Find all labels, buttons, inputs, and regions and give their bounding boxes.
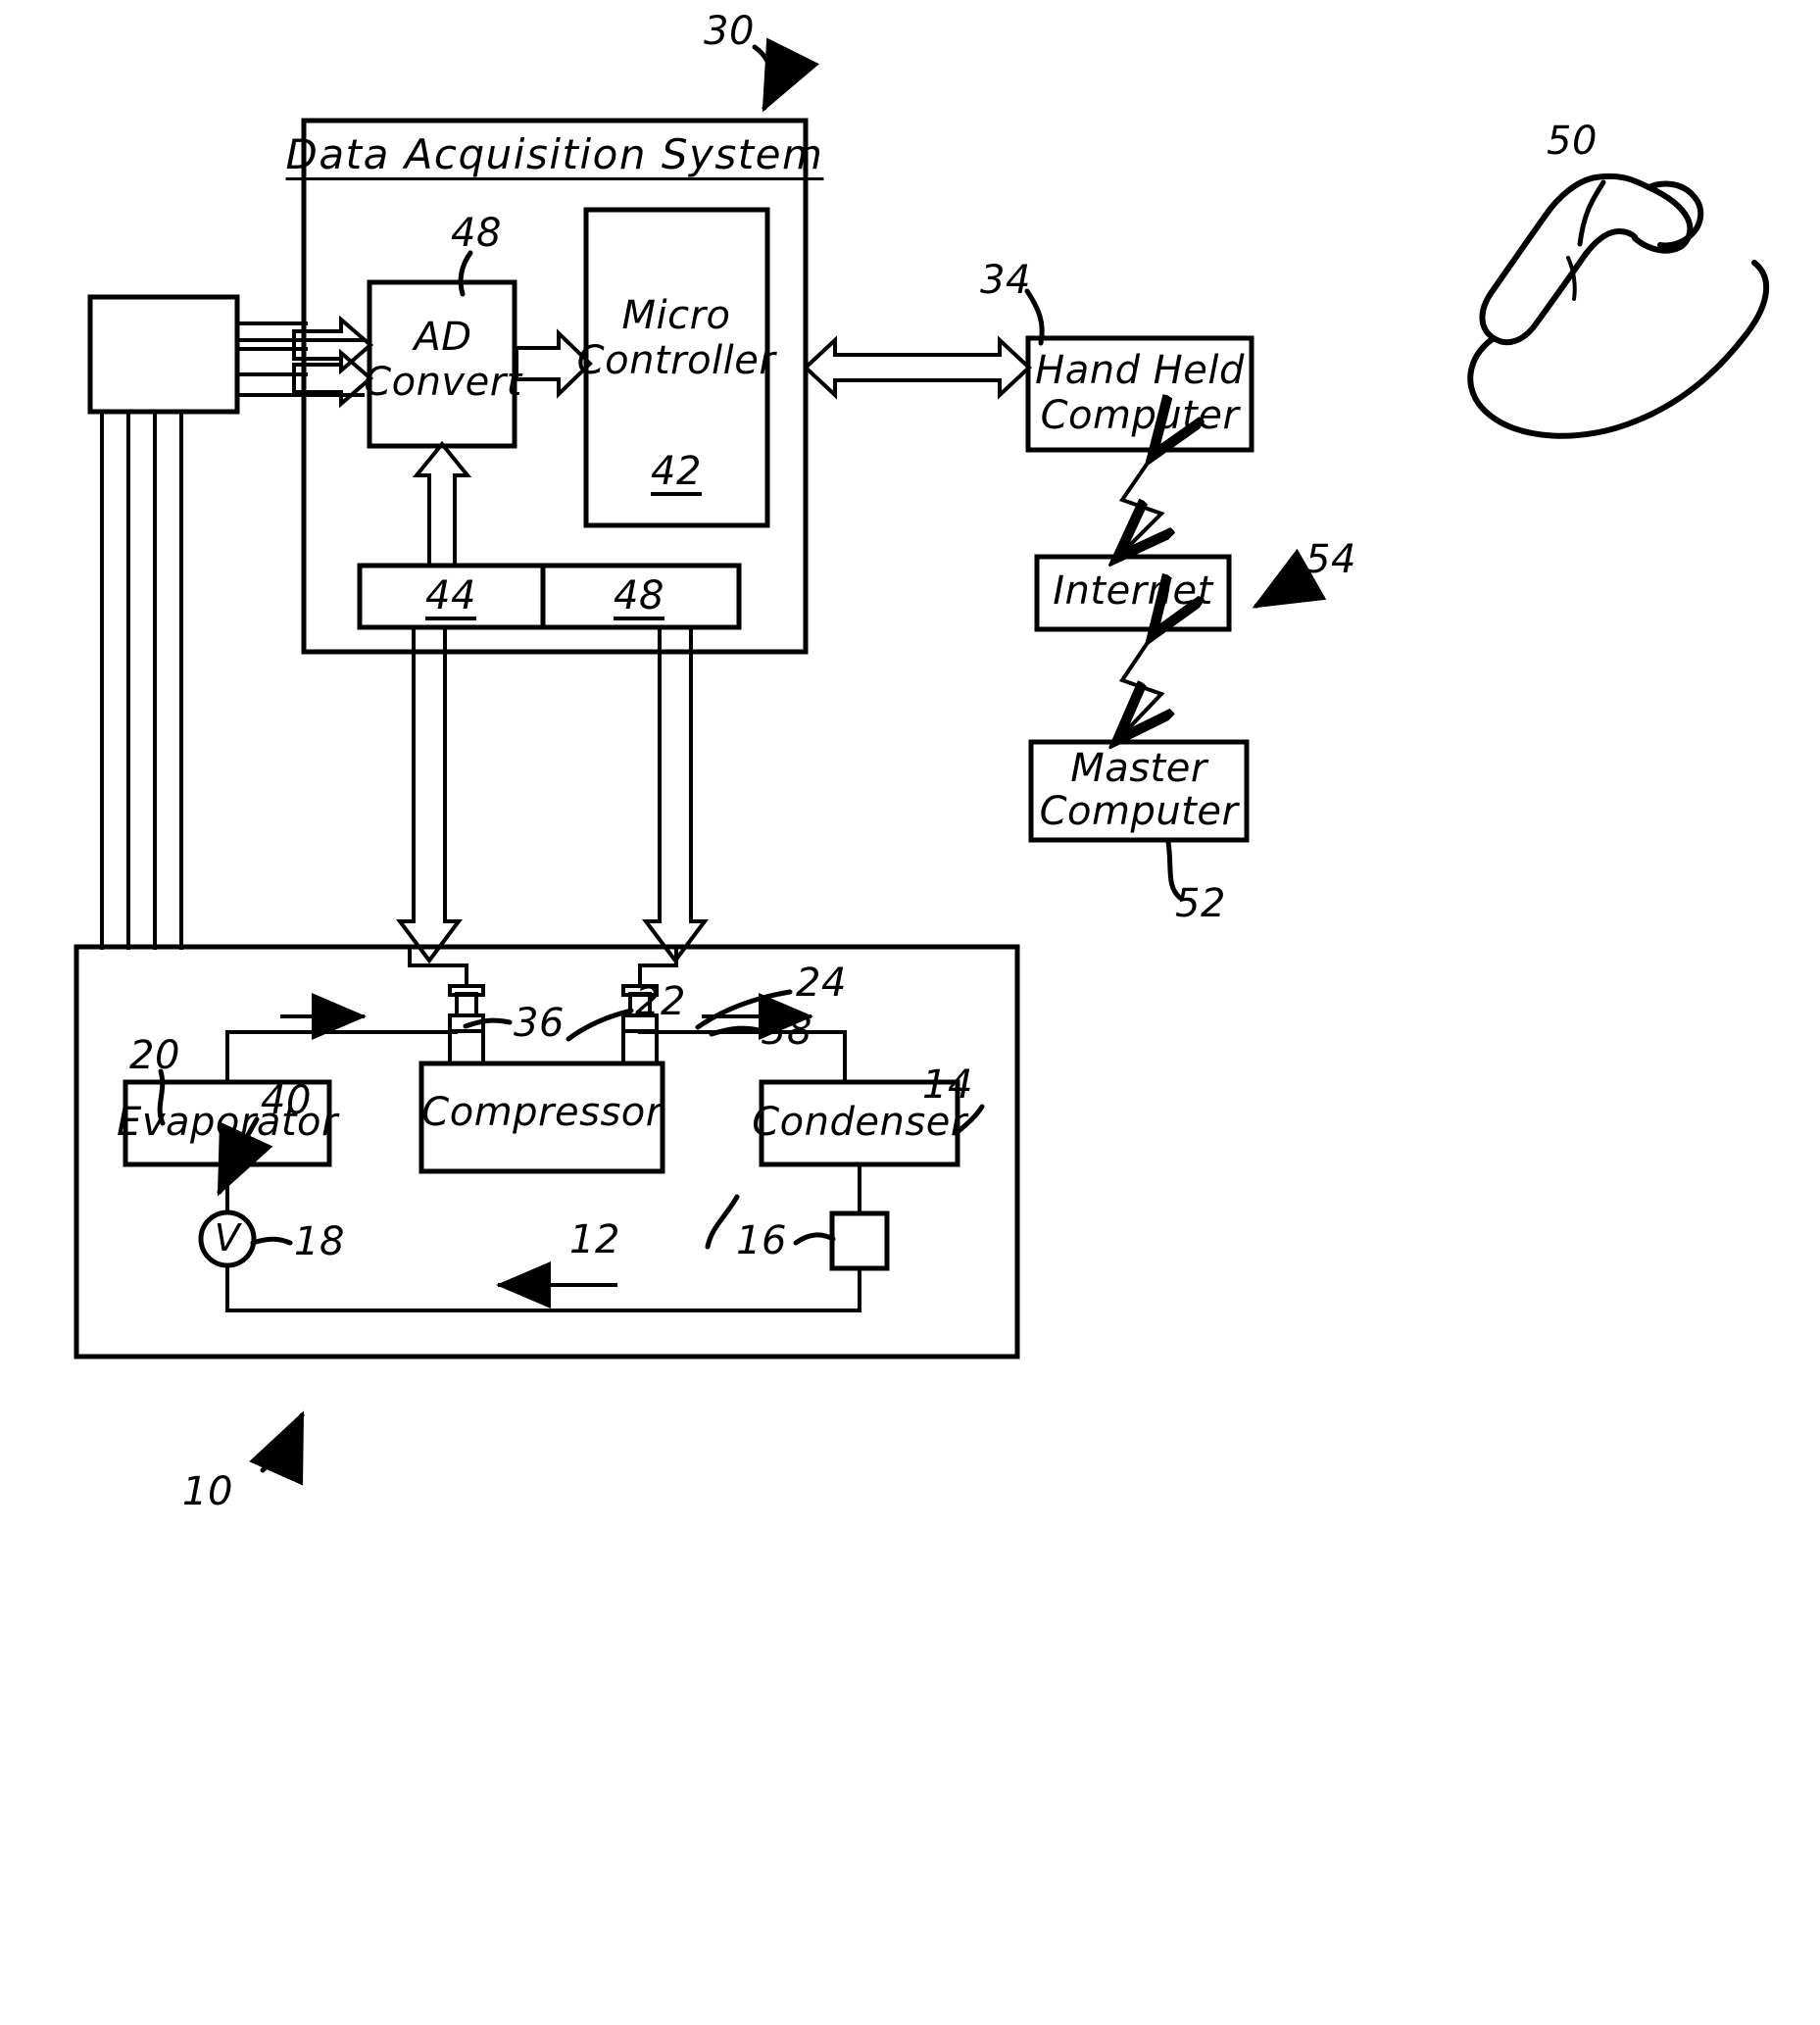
transducer-22-shape [408,945,485,1065]
internet-label: Internet [1053,568,1213,614]
ref-16-label: 16 [736,1218,787,1263]
hollow-arrow-44-to-ad [412,440,472,568]
ad-convert-line-2: Convert [364,360,522,405]
hollow-arrow-micro-to-handheld [803,335,1032,400]
ref-44-label: 44 [425,573,476,618]
ref-30-label: 30 [704,9,755,54]
ad-convert-line-1: AD [414,315,472,360]
bar-code-scanner-shape [1467,173,1769,439]
micro-controller-line-1: Micro [621,293,731,338]
ref-20-label: 20 [129,1033,180,1078]
receiver-box [829,1210,890,1271]
diagram-canvas [74,37,1769,1486]
ref-10-label: 10 [182,1469,233,1514]
master-computer-line-2: Computer [1039,789,1239,834]
ref-42-label: 42 [651,449,702,494]
valve-v-label: V [214,1216,241,1259]
evaporator-label: Evaporator [117,1100,338,1145]
hand-held-computer-line-1: Hand Held [1035,348,1245,393]
ref-34-label: 34 [980,258,1031,303]
ref-48-ad-label: 48 [451,211,502,256]
ref-48-io-label: 48 [614,573,664,618]
ref-24-label: 24 [796,961,847,1006]
hollow-arrow-36 [396,625,463,964]
ref-36-label: 36 [514,1001,565,1046]
ref-54-label: 54 [1305,537,1356,582]
sensor-lead-lines-vertical [100,410,183,950]
ref-14-label: 14 [922,1062,973,1108]
hand-held-computer-line-2: Computer [1040,393,1240,438]
das-title: Data Acquisition System [285,130,824,178]
ref-50-label: 50 [1547,119,1598,164]
patent-figure-page: Data Acquisition System 30 AD Convert 48… [0,0,1820,2025]
wireless-link-handheld-internet [1120,453,1161,555]
micro-controller-line-2: Controller [576,338,776,383]
sensor-interface-box [87,294,240,415]
compressor-label: Compressor [421,1090,663,1135]
ref-12-label: 12 [569,1217,620,1262]
flow-arrows [280,993,813,1309]
ref-38-label: 38 [762,1009,812,1054]
hollow-arrow-38 [642,625,709,964]
ref-22-label: 22 [635,979,686,1024]
leader-lines [157,37,1606,1486]
leader-ticks [463,1017,762,1037]
ref-18-label: 18 [294,1219,345,1264]
master-computer-line-1: Master [1070,746,1207,791]
wireless-link-internet-master [1120,632,1161,737]
ref-52-label: 52 [1175,881,1226,926]
